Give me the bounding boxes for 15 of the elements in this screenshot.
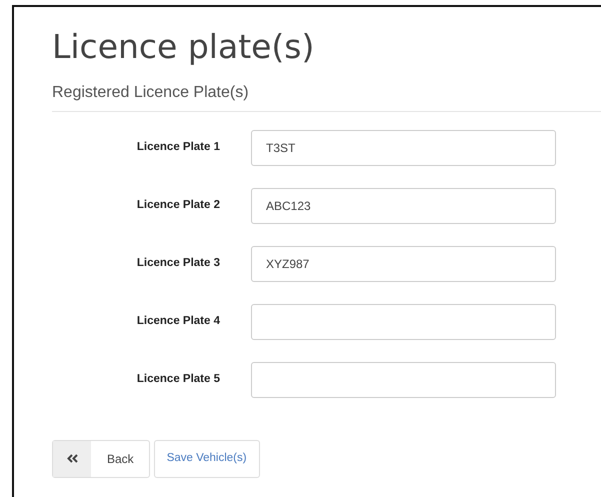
field-label: Licence Plate 5 bbox=[136, 372, 221, 387]
licence-plate-field[interactable]: T3ST bbox=[251, 130, 556, 166]
section-heading: Registered Licence Plate(s) bbox=[52, 80, 601, 112]
licence-plate-field[interactable]: XYZ987 bbox=[251, 246, 556, 282]
field-label: Licence Plate 2 bbox=[136, 198, 221, 213]
licence-plate-field[interactable]: ABC123 bbox=[251, 188, 556, 224]
back-button[interactable]: Back bbox=[52, 440, 150, 478]
save-vehicles-button[interactable]: Save Vehicle(s) bbox=[154, 440, 260, 478]
field-label: Licence Plate 3 bbox=[136, 256, 221, 271]
page-title: Licence plate(s) bbox=[52, 27, 316, 67]
licence-plate-field[interactable] bbox=[251, 304, 556, 340]
double-chevron-left-icon bbox=[53, 440, 91, 477]
field-label: Licence Plate 4 bbox=[136, 314, 221, 329]
field-label: Licence Plate 1 bbox=[136, 140, 221, 155]
licence-plate-field[interactable] bbox=[251, 362, 556, 398]
